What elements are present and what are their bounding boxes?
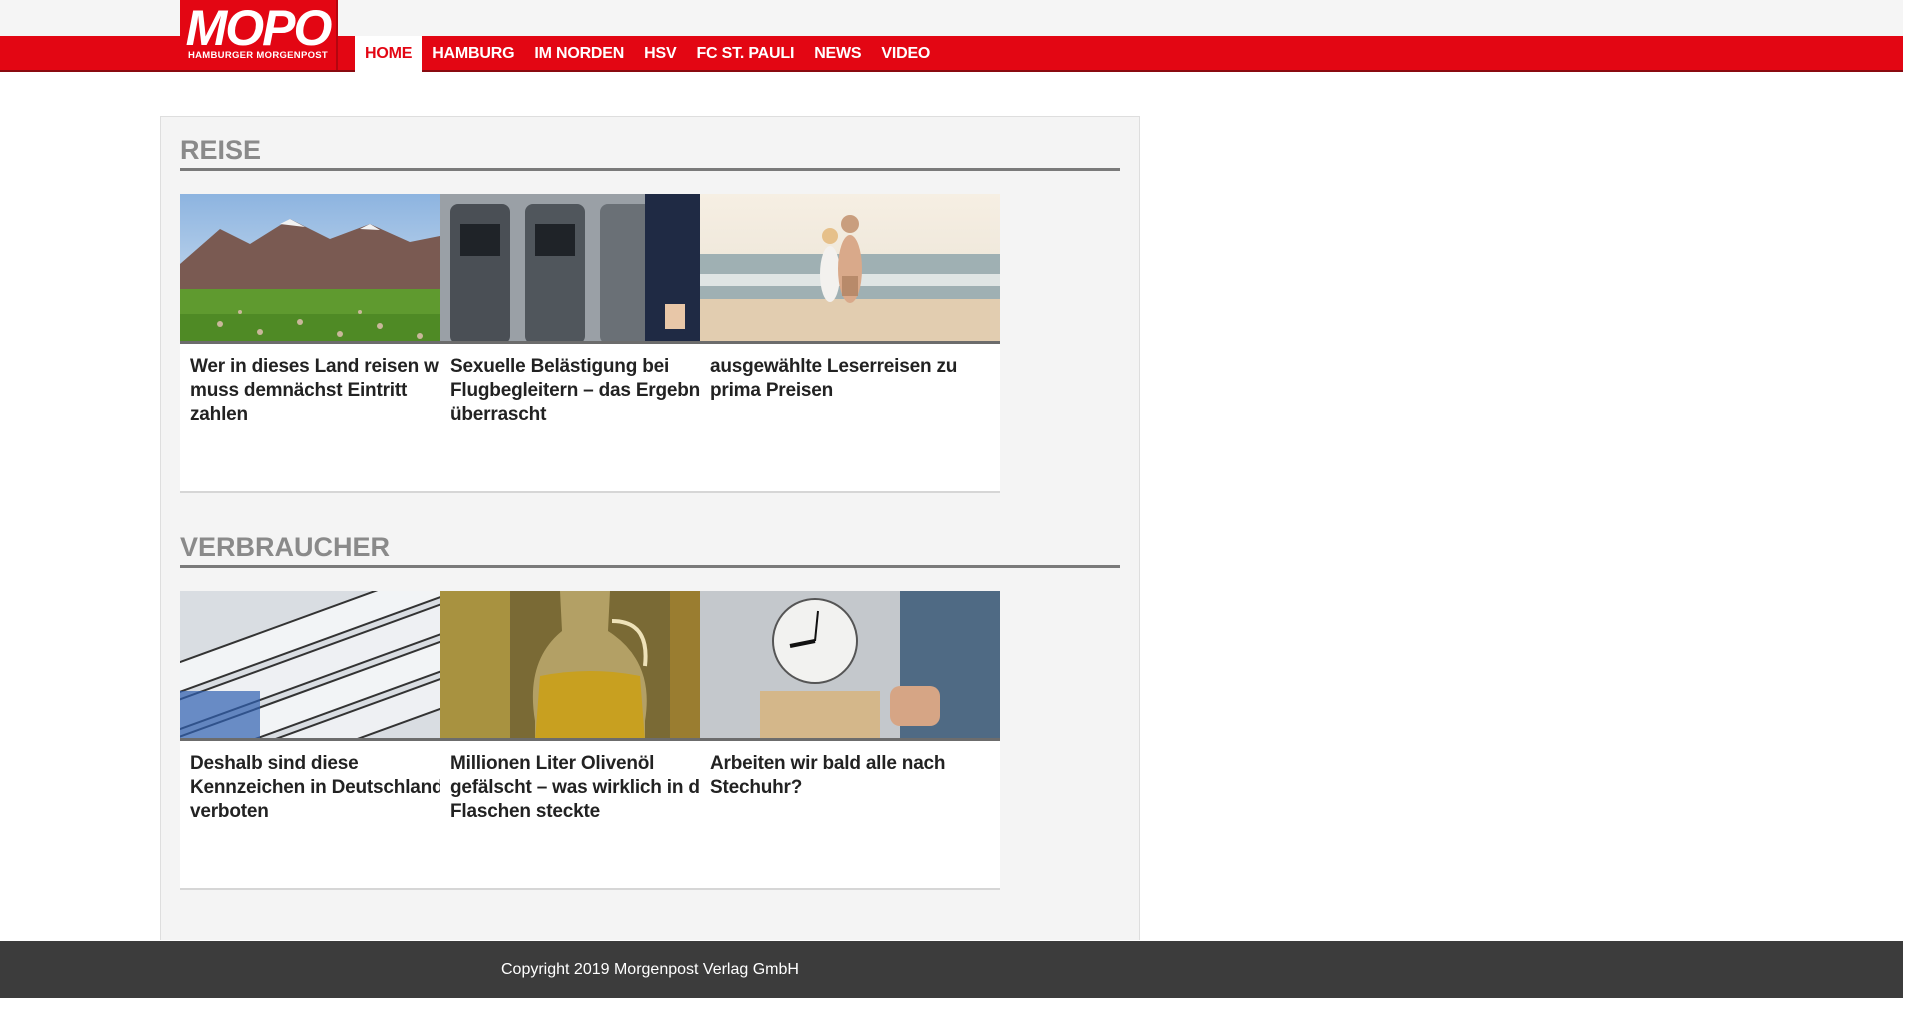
section-title-verbraucher[interactable]: VERBRAUCHER — [180, 528, 1120, 568]
article-image-beach-couple[interactable] — [700, 194, 1000, 344]
nav-item-im-norden[interactable]: IM NORDEN — [524, 36, 634, 72]
article-title[interactable]: Deshalb sind diese Kennzeichen in Deutsc… — [180, 741, 480, 824]
nav-item-fc-st-pauli[interactable]: FC ST. PAULI — [686, 36, 804, 72]
article-image-time-clock[interactable] — [700, 591, 1000, 741]
article-image-license-plates[interactable] — [180, 591, 480, 741]
article-card[interactable]: ausgewählte Leserreisen zu prima Preisen — [700, 194, 1000, 493]
article-image-olive-oil[interactable] — [440, 591, 740, 741]
logo-wordmark: MOPO — [185, 0, 333, 56]
mopo-logo[interactable]: MOPO HAMBURGER MORGENPOST — [180, 0, 336, 70]
article-title[interactable]: Sexuelle Belästigung bei Flugbegleitern … — [440, 344, 740, 427]
copyright-text: Copyright 2019 Morgenpost Verlag GmbH — [501, 961, 799, 978]
nav-item-hamburg[interactable]: HAMBURG — [422, 36, 524, 72]
article-card[interactable]: Millionen Liter Olivenöl gefälscht – was… — [440, 591, 740, 890]
nav-item-video[interactable]: VIDEO — [871, 36, 940, 72]
nav-item-home[interactable]: HOME — [355, 36, 423, 72]
content-panel: REISE Wer in dieses Land reisen will, mu… — [160, 116, 1140, 940]
article-title[interactable]: Arbeiten wir bald alle nach Stechuhr? — [700, 741, 1000, 800]
nav-item-news[interactable]: NEWS — [804, 36, 871, 72]
section-title-reise[interactable]: REISE — [180, 131, 1120, 171]
article-card[interactable]: Sexuelle Belästigung bei Flugbegleitern … — [440, 194, 740, 493]
article-title[interactable]: Millionen Liter Olivenöl gefälscht – was… — [440, 741, 740, 824]
article-card[interactable]: Arbeiten wir bald alle nach Stechuhr? — [700, 591, 1000, 890]
article-title[interactable]: ausgewählte Leserreisen zu prima Preisen — [700, 344, 1000, 403]
nav-item-hsv[interactable]: HSV — [634, 36, 686, 72]
article-image-mountain-meadow[interactable] — [180, 194, 480, 344]
main-nav: HOME HAMBURG IM NORDEN HSV FC ST. PAULI … — [355, 36, 940, 72]
article-card[interactable]: Wer in dieses Land reisen will, muss dem… — [180, 194, 480, 493]
article-card[interactable]: Deshalb sind diese Kennzeichen in Deutsc… — [180, 591, 480, 890]
article-image-airplane-seats[interactable] — [440, 194, 740, 344]
logo-subtitle: HAMBURGER MORGENPOST — [187, 50, 329, 61]
article-title[interactable]: Wer in dieses Land reisen will, muss dem… — [180, 344, 480, 427]
page-footer: Copyright 2019 Morgenpost Verlag GmbH — [0, 941, 1903, 998]
